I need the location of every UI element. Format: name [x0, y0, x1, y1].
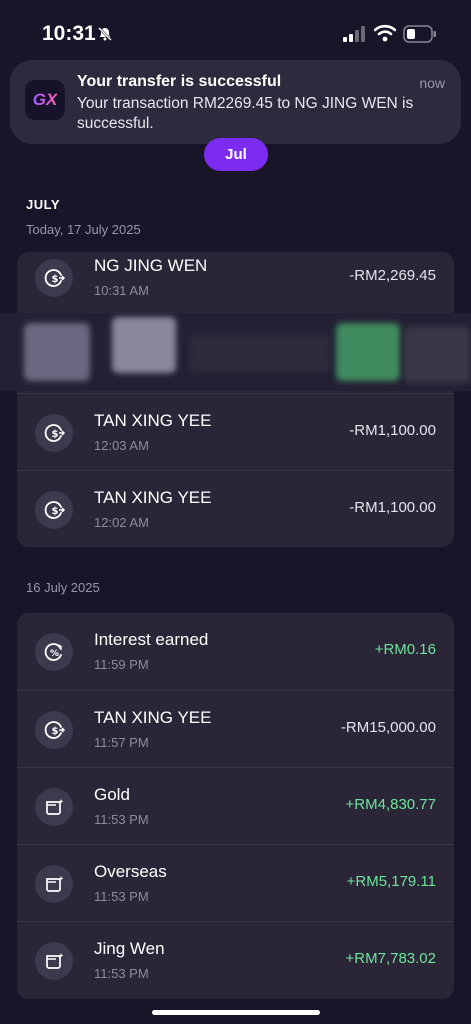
svg-text:$: $ [52, 274, 59, 285]
transaction-name: Overseas [94, 862, 167, 881]
transaction-amount: -RM1,100.00 [349, 422, 436, 439]
transaction-time: 10:31 AM [94, 283, 149, 298]
month-filter-pill[interactable]: Jul [204, 138, 268, 171]
notification-title: Your transfer is successful [77, 73, 282, 90]
transfer-icon: $ [35, 414, 73, 452]
transaction-name: Interest earned [94, 630, 209, 649]
bell-muted-icon [98, 27, 112, 41]
transaction-name: NG JING WEN [94, 256, 208, 275]
transaction-name: TAN XING YEE [94, 411, 212, 430]
pocket-icon [35, 788, 73, 826]
transaction-time: 11:57 PM [94, 735, 149, 750]
date-header-16-july: 16 July 2025 [26, 580, 100, 595]
transaction-row[interactable]: Jing Wen 11:53 PM +RM7,783.02 [17, 921, 454, 999]
transaction-amount: +RM5,179.11 [346, 873, 436, 890]
transaction-row[interactable]: $ TAN XING YEE 12:02 AM -RM1,100.00 [17, 470, 454, 547]
svg-text:$: $ [52, 726, 59, 737]
transfer-icon: $ [35, 491, 73, 529]
month-header: JULY [26, 197, 61, 212]
transaction-time: 12:02 AM [94, 515, 149, 530]
transaction-name: TAN XING YEE [94, 488, 212, 507]
transaction-row[interactable]: $ NG JING WEN 10:31 AM -RM2,269.45 [17, 252, 454, 316]
transaction-time: 11:53 PM [94, 812, 149, 827]
pocket-icon [35, 865, 73, 903]
home-indicator[interactable] [152, 1010, 320, 1015]
status-bar: 10:31 [0, 0, 471, 60]
redaction-smudge [190, 335, 330, 373]
transaction-time: 11:53 PM [94, 889, 149, 904]
transaction-row[interactable]: % Interest earned 11:59 PM +RM0.16 [17, 613, 454, 690]
pocket-icon [35, 942, 73, 980]
interest-icon: % [35, 633, 73, 671]
transaction-amount: -RM2,269.45 [349, 267, 436, 284]
transactions-card-today: $ NG JING WEN 10:31 AM -RM2,269.45 $ TAN… [17, 252, 454, 547]
date-header-today: Today, 17 July 2025 [26, 222, 141, 237]
svg-text:%: % [50, 649, 59, 659]
svg-text:$: $ [52, 429, 59, 440]
transaction-amount: -RM1,100.00 [349, 499, 436, 516]
redaction-smudge [24, 323, 90, 381]
redaction-smudge [404, 327, 470, 383]
notification-body: Your transaction RM2269.45 to NG JING WE… [77, 95, 414, 132]
transaction-row[interactable]: Gold 11:53 PM +RM4,830.77 [17, 767, 454, 845]
status-time: 10:31 [42, 22, 96, 45]
svg-text:$: $ [52, 506, 59, 517]
redaction-smudge [112, 317, 176, 373]
transaction-row[interactable]: $ TAN XING YEE 12:03 AM -RM1,100.00 [17, 393, 454, 471]
redaction-smudge [336, 323, 400, 381]
transaction-row[interactable]: Overseas 11:53 PM +RM5,179.11 [17, 844, 454, 922]
notification-time: now [419, 75, 445, 91]
transaction-name: Jing Wen [94, 939, 165, 958]
wifi-icon [374, 24, 396, 42]
transaction-row[interactable]: $ TAN XING YEE 11:57 PM -RM15,000.00 [17, 690, 454, 768]
transactions-card-16-july: % Interest earned 11:59 PM +RM0.16 $ TAN… [17, 613, 454, 999]
transaction-name: Gold [94, 785, 130, 804]
transaction-amount: -RM15,000.00 [340, 719, 436, 736]
cellular-signal-icon [343, 26, 365, 42]
transaction-amount: +RM4,830.77 [345, 796, 436, 813]
battery-icon [403, 25, 436, 43]
redacted-transaction-row [0, 313, 471, 391]
transfer-icon: $ [35, 259, 73, 297]
notification-banner[interactable]: GX Your transfer is successful now Your … [10, 60, 461, 144]
transaction-time: 12:03 AM [94, 438, 149, 453]
transaction-amount: +RM0.16 [374, 641, 436, 658]
transfer-icon: $ [35, 711, 73, 749]
app-logo: GX [25, 80, 65, 120]
transaction-amount: +RM7,783.02 [345, 950, 436, 967]
transaction-time: 11:59 PM [94, 657, 149, 672]
transaction-name: TAN XING YEE [94, 708, 212, 727]
transaction-time: 11:53 PM [94, 966, 149, 981]
